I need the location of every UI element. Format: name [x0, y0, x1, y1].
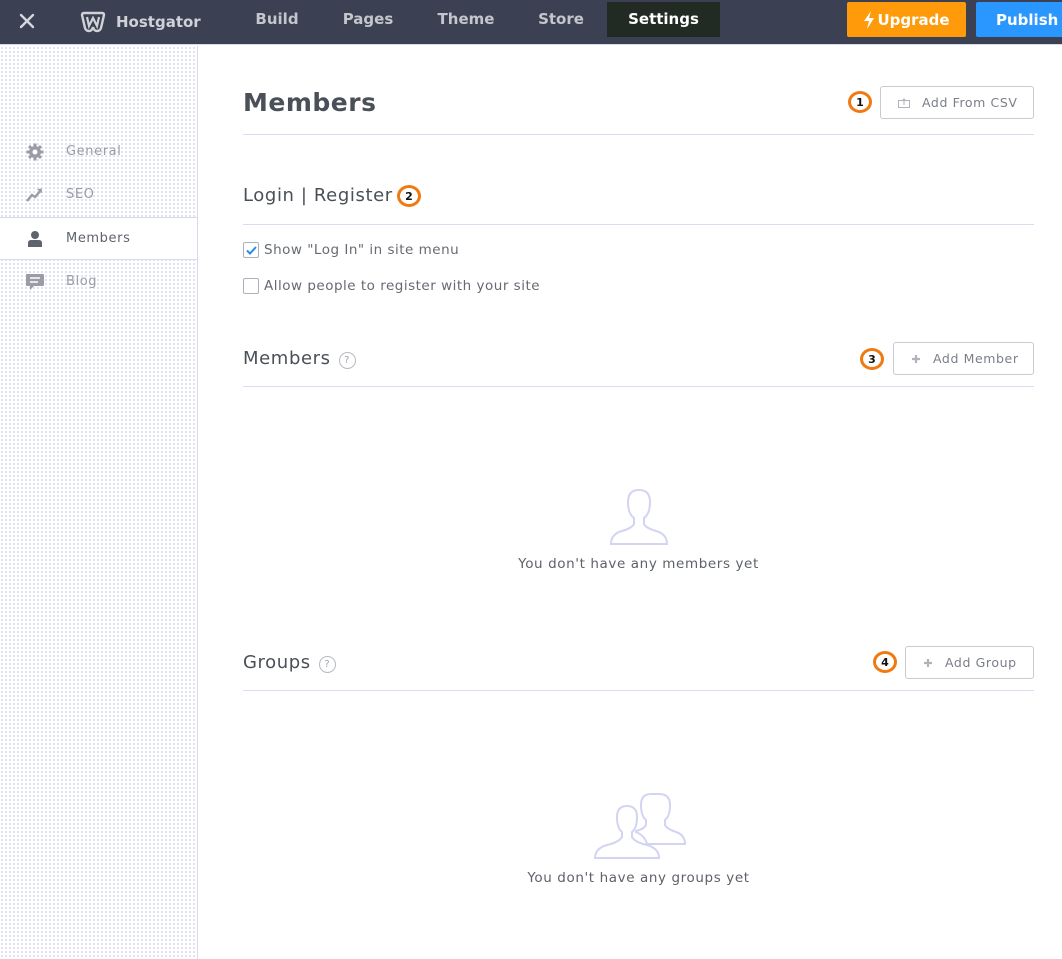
sidebar-item-members[interactable]: Members — [0, 217, 197, 260]
annotation-marker-3: 3 — [860, 348, 884, 370]
tab-pages[interactable]: Pages — [330, 2, 406, 37]
groups-heading: Groups — [243, 652, 311, 673]
divider — [243, 134, 1034, 135]
close-button[interactable] — [14, 8, 40, 34]
add-member-button[interactable]: Add Member — [893, 342, 1034, 375]
show-login-option[interactable]: Show "Log In" in site menu — [243, 242, 459, 258]
groups-empty-message: You don't have any groups yet — [243, 870, 1034, 886]
upgrade-label: Upgrade — [877, 11, 949, 29]
settings-sidebar: General SEO Members Blog — [0, 46, 198, 959]
top-bar: Hostgator Build Pages Theme Store Settin… — [0, 0, 1062, 45]
group-outline-icon — [589, 792, 689, 860]
members-heading: Members — [243, 348, 331, 369]
add-from-csv-label: Add From CSV — [922, 95, 1018, 110]
add-group-label: Add Group — [945, 655, 1017, 670]
tab-settings[interactable]: Settings — [607, 2, 720, 37]
annotation-marker-1: 1 — [848, 91, 872, 113]
annotation-marker-4: 4 — [873, 651, 897, 673]
close-icon — [19, 13, 35, 29]
tab-build[interactable]: Build — [241, 2, 313, 37]
annotation-marker-2: 2 — [397, 185, 421, 207]
page-title: Members — [243, 88, 376, 117]
plus-icon — [911, 354, 921, 364]
person-icon — [25, 229, 45, 249]
upload-icon — [898, 98, 910, 108]
allow-register-checkbox[interactable] — [243, 278, 259, 294]
add-from-csv-button[interactable]: Add From CSV — [880, 86, 1034, 119]
upgrade-button[interactable]: Upgrade — [847, 2, 966, 37]
tab-store[interactable]: Store — [527, 2, 595, 37]
members-empty-message: You don't have any members yet — [243, 556, 1034, 572]
divider — [243, 386, 1034, 387]
show-login-checkbox[interactable] — [243, 242, 259, 258]
members-section-title: Members ? — [243, 348, 356, 369]
help-icon[interactable]: ? — [339, 352, 356, 369]
sidebar-item-label: General — [66, 144, 121, 159]
add-member-label: Add Member — [933, 351, 1019, 366]
sidebar-item-label: Members — [66, 231, 130, 246]
brand-name: Hostgator — [116, 13, 201, 31]
publish-button[interactable]: Publish — [976, 2, 1062, 37]
sidebar-item-general[interactable]: General — [0, 130, 197, 173]
comment-icon — [25, 272, 45, 292]
sidebar-item-blog[interactable]: Blog — [0, 260, 197, 303]
brand: Hostgator — [80, 9, 201, 35]
show-login-label: Show "Log In" in site menu — [264, 242, 459, 258]
members-empty-state: You don't have any members yet — [243, 488, 1034, 572]
allow-register-option[interactable]: Allow people to register with your site — [243, 278, 540, 294]
divider — [243, 690, 1034, 691]
login-register-heading: Login | Register — [243, 185, 393, 206]
add-group-button[interactable]: Add Group — [905, 646, 1034, 679]
trend-icon — [25, 185, 45, 205]
groups-section-title: Groups ? — [243, 652, 336, 673]
checkmark-icon — [246, 246, 257, 255]
tab-theme[interactable]: Theme — [425, 2, 507, 37]
plus-icon — [923, 658, 933, 668]
lightning-icon — [863, 11, 875, 29]
sidebar-item-seo[interactable]: SEO — [0, 173, 197, 216]
gear-icon — [25, 142, 45, 162]
allow-register-label: Allow people to register with your site — [264, 278, 540, 294]
groups-empty-state: You don't have any groups yet — [243, 792, 1034, 886]
weebly-logo-icon — [80, 11, 106, 33]
divider — [243, 224, 1034, 225]
login-register-title: Login | Register — [243, 185, 393, 206]
help-icon[interactable]: ? — [319, 656, 336, 673]
sidebar-item-label: SEO — [66, 187, 95, 202]
sidebar-item-label: Blog — [66, 274, 97, 289]
person-outline-icon — [608, 488, 670, 546]
